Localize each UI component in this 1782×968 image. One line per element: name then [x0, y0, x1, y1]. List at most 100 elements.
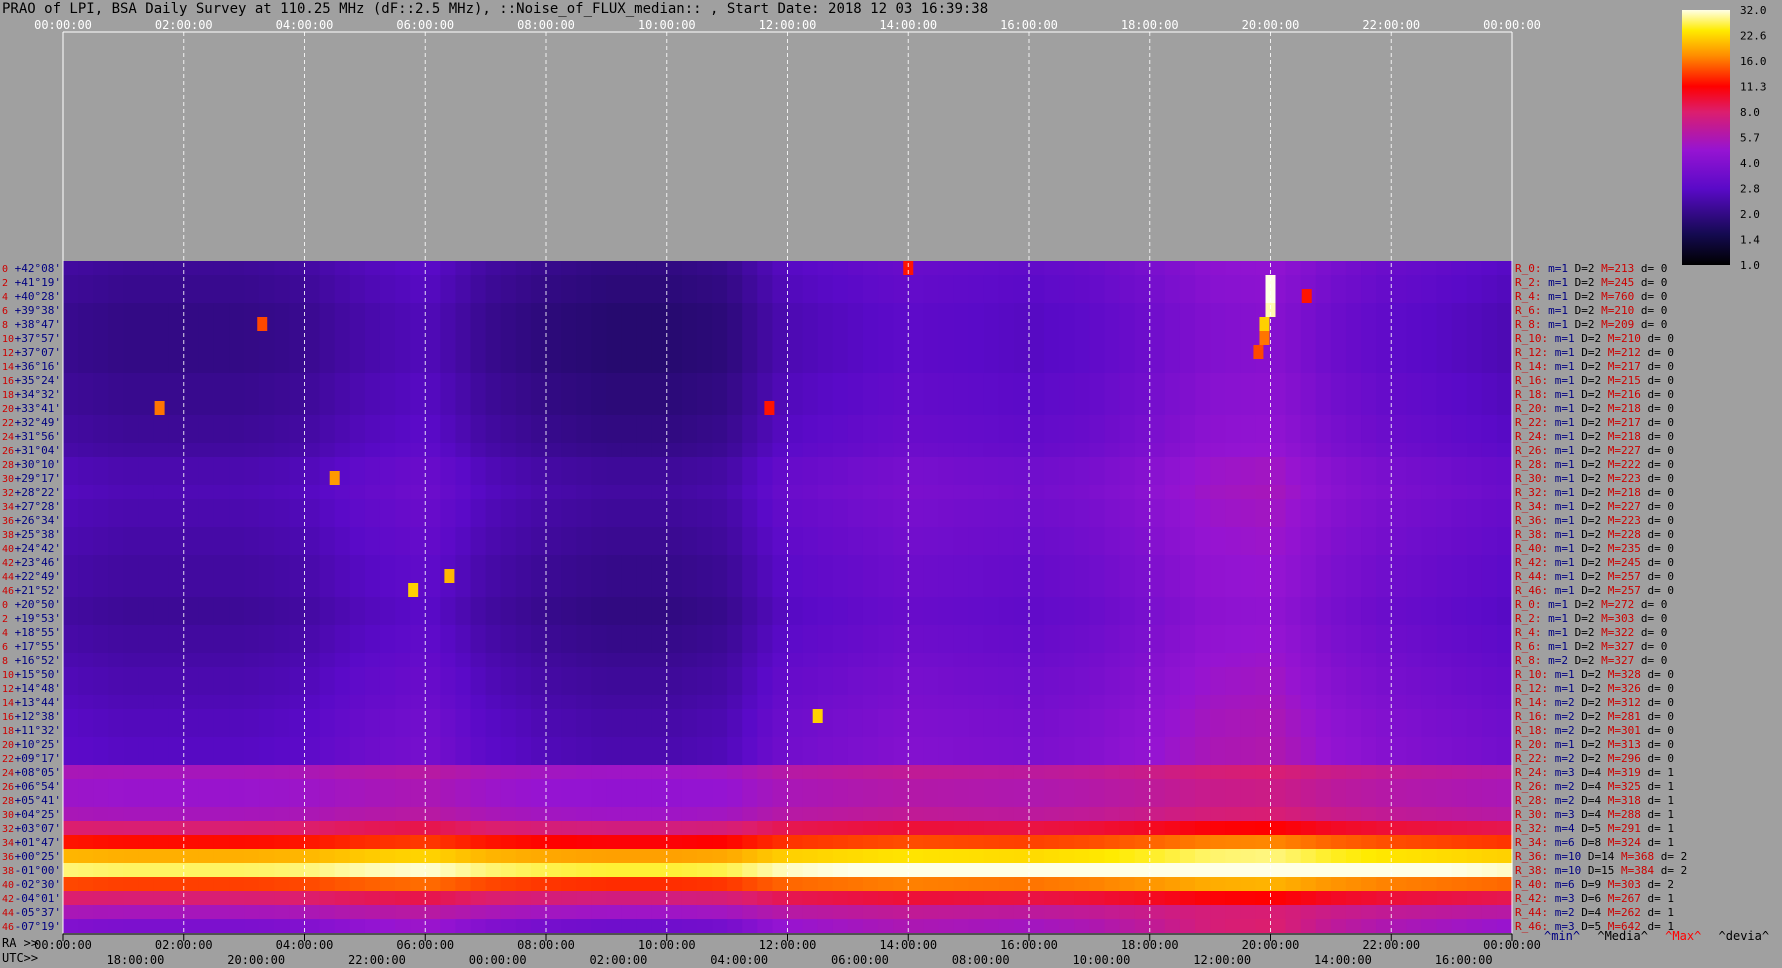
heatmap-cell: [1270, 905, 1287, 919]
heatmap-cell: [1074, 611, 1090, 625]
heatmap-cell: [1361, 541, 1377, 555]
heatmap-cell: [1104, 877, 1121, 891]
heatmap-cell: [953, 681, 970, 695]
heatmap-cell: [727, 723, 743, 737]
heatmap-cell: [455, 583, 472, 597]
heatmap-cell: [893, 443, 909, 457]
heatmap-cell: [500, 541, 517, 555]
heatmap-cell: [757, 569, 773, 583]
heatmap-cell: [1300, 499, 1317, 513]
heatmap-cell: [63, 289, 79, 303]
heatmap-cell: [229, 359, 245, 373]
heatmap-cell: [63, 583, 79, 597]
heatmap-cell: [138, 821, 155, 835]
heatmap-cell: [334, 527, 351, 541]
heatmap-cell: [1345, 261, 1362, 275]
heatmap-cell: [651, 821, 668, 835]
heatmap-cell: [1361, 429, 1377, 443]
heatmap-cell: [349, 639, 366, 653]
heatmap-cell: [515, 415, 532, 429]
heatmap-cell: [546, 387, 562, 401]
heatmap-cell: [78, 709, 94, 723]
heatmap-cell: [1376, 625, 1392, 639]
stat-legend: ^min^ ^Media^ ^Max^ ^devia^: [1544, 929, 1779, 943]
heatmap-cell: [379, 849, 396, 863]
heatmap-cell: [364, 625, 381, 639]
heatmap-cell: [1240, 863, 1256, 877]
heatmap-cell: [515, 737, 532, 751]
heatmap-cell: [817, 359, 834, 373]
heatmap-cell: [968, 275, 985, 289]
heatmap-cell: [923, 709, 940, 723]
heatmap-cell: [168, 457, 185, 471]
heatmap-cell: [379, 667, 396, 681]
heatmap-cell: [1104, 779, 1121, 793]
heatmap-cell: [757, 597, 773, 611]
heatmap-cell: [274, 723, 290, 737]
heatmap-cell: [530, 457, 547, 471]
heatmap-cell: [1104, 737, 1121, 751]
heatmap-cell: [1119, 765, 1136, 779]
heatmap-cell: [1059, 443, 1075, 457]
heatmap-cell: [1013, 345, 1030, 359]
heatmap-cell: [1225, 471, 1241, 485]
heatmap-cell: [953, 373, 970, 387]
heatmap-cell: [1179, 317, 1196, 331]
heatmap-cell: [500, 275, 517, 289]
heatmap-cell: [1391, 387, 1407, 401]
heatmap-cell: [1406, 401, 1423, 415]
heatmap-cell: [1240, 373, 1256, 387]
heatmap-cell: [168, 345, 185, 359]
heatmap-cell: [410, 513, 426, 527]
heatmap-cell: [1225, 653, 1241, 667]
heatmap-cell: [1361, 443, 1377, 457]
heatmap-cell: [213, 415, 230, 429]
heatmap-cell: [772, 289, 789, 303]
heatmap-cell: [893, 807, 909, 821]
heatmap-cell: [1044, 625, 1060, 639]
heatmap-cell: [847, 541, 864, 555]
heatmap-cell: [213, 359, 230, 373]
heatmap-cell: [1255, 527, 1272, 541]
heatmap-cell: [636, 457, 653, 471]
heatmap-cell: [198, 807, 215, 821]
declination-axis: 0 +42°08'2 +41°19'4 +40°28'6 +39°38'8 +38°47'…: [2, 262, 61, 933]
heatmap-cell: [138, 443, 155, 457]
heatmap-cell: [1179, 919, 1196, 933]
heatmap-cell: [576, 527, 592, 541]
heatmap-cell: [1255, 751, 1272, 765]
heatmap-cell: [455, 709, 472, 723]
heatmap-cell: [410, 317, 426, 331]
heatmap-cell: [485, 667, 502, 681]
heatmap-cell: [1195, 639, 1211, 653]
heatmap-cell: [1059, 625, 1075, 639]
heatmap-cell: [1376, 723, 1392, 737]
heatmap-cell: [1240, 695, 1256, 709]
heatmap-cell: [93, 765, 109, 779]
heatmap-cell: [1044, 835, 1060, 849]
heatmap-cell: [681, 611, 698, 625]
heatmap-cell: [817, 275, 834, 289]
heatmap-cell: [1013, 443, 1030, 457]
heatmap-cell: [138, 611, 155, 625]
heatmap-cell: [1315, 891, 1332, 905]
heatmap-cell: [862, 471, 879, 485]
heatmap-cell: [1285, 639, 1302, 653]
heatmap-cell: [893, 359, 909, 373]
heatmap-cell: [1285, 527, 1302, 541]
heatmap-cell: [1466, 499, 1483, 513]
heatmap-cell: [1496, 373, 1513, 387]
heatmap-cell: [832, 779, 849, 793]
heatmap-cell: [953, 751, 970, 765]
heatmap-cell: [289, 737, 306, 751]
heatmap-cell: [1029, 821, 1045, 835]
heatmap-cell: [681, 681, 698, 695]
heatmap-cell: [1225, 751, 1241, 765]
heatmap-cell: [78, 555, 94, 569]
heatmap-cell: [953, 513, 970, 527]
heatmap-cell: [1029, 527, 1045, 541]
heatmap-cell: [621, 513, 638, 527]
heatmap-cell: [923, 331, 940, 345]
heatmap-cell: [742, 667, 758, 681]
heatmap-cell: [1164, 457, 1181, 471]
